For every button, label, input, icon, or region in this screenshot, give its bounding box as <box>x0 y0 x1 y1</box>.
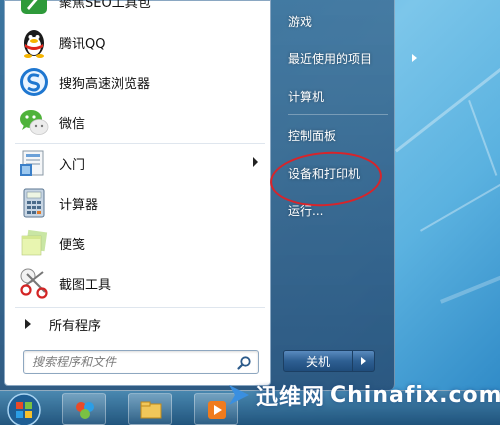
program-label: 微信 <box>59 116 86 132</box>
program-label: 聚焦SEO工具包 <box>59 0 151 11</box>
start-orb-icon[interactable] <box>6 392 42 425</box>
desktop-streak <box>440 255 500 304</box>
watermark-text: 迅维网 <box>256 385 326 410</box>
places-divider <box>288 114 388 115</box>
getting-started-icon <box>20 150 44 176</box>
program-label: 入门 <box>59 157 86 173</box>
wechat-icon <box>20 110 49 135</box>
sticky-notes-icon <box>21 229 48 256</box>
start-menu: 聚焦SEO工具包 腾讯QQ 搜狗高速浏览器 微信 入门 计算器 便笺 截图工具 … <box>0 0 417 390</box>
start-menu-programs-pane: 聚焦SEO工具包 腾讯QQ 搜狗高速浏览器 微信 入门 计算器 便笺 截图工具 … <box>4 0 271 386</box>
program-label: 计算器 <box>59 197 99 213</box>
program-item-getting-started[interactable]: 入门 <box>11 143 264 183</box>
all-programs-label: 所有程序 <box>49 318 102 334</box>
places-item-control-panel[interactable]: 控制面板 <box>280 121 420 149</box>
places-item-games[interactable]: 游戏 <box>280 7 420 35</box>
program-label: 腾讯QQ <box>59 36 106 52</box>
search-input[interactable] <box>32 353 232 371</box>
search-icon[interactable] <box>236 355 252 371</box>
watermark-logo-icon <box>229 385 249 405</box>
sogou-browser-icon <box>20 68 48 96</box>
seo-toolkit-icon <box>21 0 47 14</box>
desktop-streak <box>420 155 500 232</box>
program-item-calculator[interactable]: 计算器 <box>11 183 264 223</box>
program-item-sticky-notes[interactable]: 便笺 <box>11 223 264 263</box>
calculator-icon <box>23 188 45 218</box>
program-item-sogou-browser[interactable]: 搜狗高速浏览器 <box>11 62 264 102</box>
expand-arrow-icon <box>25 319 31 329</box>
program-label: 截图工具 <box>59 277 112 293</box>
submenu-arrow-icon <box>412 54 417 62</box>
shutdown-group: 关机 <box>283 350 375 372</box>
places-item-recent-items[interactable]: 最近使用的项目 <box>280 44 420 72</box>
taskbar-button-program[interactable] <box>62 393 106 425</box>
program-label: 便笺 <box>59 237 86 253</box>
search-box <box>23 350 259 374</box>
program-item-snipping-tool[interactable]: 截图工具 <box>11 263 264 303</box>
shutdown-button[interactable]: 关机 <box>283 350 353 372</box>
watermark-text: Chinafix.com <box>330 382 500 408</box>
watermark-right: Chinafix.com <box>330 378 500 412</box>
program-item-qq[interactable]: 腾讯QQ <box>11 22 264 62</box>
snipping-tool-icon <box>20 268 48 299</box>
desktop-streak <box>468 100 498 176</box>
shutdown-options-button[interactable] <box>353 350 375 372</box>
watermark-left: 迅维网 <box>226 378 325 412</box>
qq-penguin-icon <box>24 30 44 58</box>
program-group-icon <box>76 402 94 419</box>
program-label: 搜狗高速浏览器 <box>59 76 151 92</box>
program-list-divider <box>15 307 265 308</box>
taskbar-button-explorer[interactable] <box>128 393 172 425</box>
folder-icon <box>140 401 162 419</box>
all-programs-button[interactable]: 所有程序 <box>11 310 264 338</box>
submenu-arrow-icon <box>253 157 258 167</box>
program-item-wechat[interactable]: 微信 <box>11 102 264 142</box>
places-item-computer[interactable]: 计算机 <box>280 82 420 110</box>
program-item-seo-toolkit[interactable]: 聚焦SEO工具包 <box>11 0 264 21</box>
